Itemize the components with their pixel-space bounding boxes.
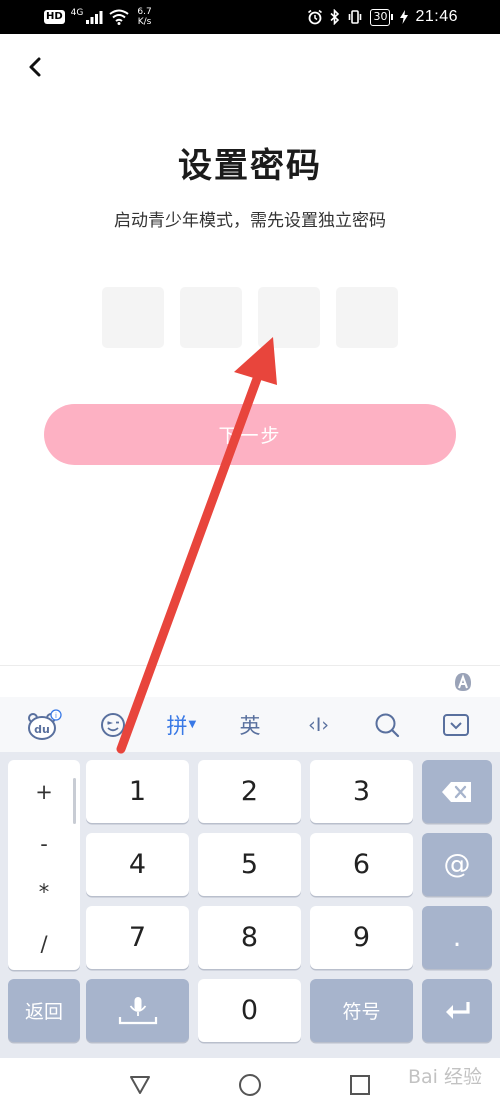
backspace-icon: [442, 781, 471, 802]
digit-key-7[interactable]: 7: [86, 906, 189, 969]
cursor-control-button[interactable]: ‹I›: [299, 705, 339, 745]
signal-icon: [86, 11, 103, 24]
status-left: HD 4G 6.7 K/s: [44, 6, 152, 28]
back-button[interactable]: [18, 50, 52, 84]
english-label: 英: [239, 713, 261, 738]
emoji-button[interactable]: [93, 705, 133, 745]
keyboard-top-strip: [0, 665, 500, 697]
symbol-plus-key[interactable]: +: [8, 780, 80, 804]
nav-recents-button[interactable]: [340, 1065, 380, 1105]
pin-digit-box-2[interactable]: [180, 287, 242, 348]
microphone-icon: [118, 996, 157, 1024]
du-bear-icon: du i: [28, 708, 62, 740]
page-title: 设置密码: [178, 146, 322, 186]
digit-key-4[interactable]: 4: [86, 833, 189, 896]
symbol-divide-key[interactable]: /: [8, 932, 80, 956]
nav-back-button[interactable]: [120, 1065, 160, 1105]
hd-badge: HD: [44, 10, 65, 24]
digit-key-9[interactable]: 9: [310, 906, 413, 969]
bluetooth-icon: [330, 9, 340, 25]
digit-key-0[interactable]: 0: [198, 979, 301, 1042]
network-type: 4G: [70, 8, 84, 18]
symbol-multiply-key[interactable]: *: [8, 880, 80, 904]
alarm-icon: [308, 9, 323, 25]
network-speed: 6.7 K/s: [137, 7, 151, 27]
dot-key[interactable]: .: [422, 906, 492, 969]
symbol-column[interactable]: + - * /: [8, 760, 80, 970]
charging-icon: [400, 10, 409, 24]
pin-digit-box-3[interactable]: [258, 287, 320, 348]
network-speed-value: 6.7: [137, 7, 152, 17]
pin-input-group[interactable]: [102, 287, 398, 348]
cursor-label: ‹I›: [308, 713, 329, 736]
pin-digit-box-4[interactable]: [336, 287, 398, 348]
emoji-face-icon: [100, 712, 125, 737]
battery-level: 30: [370, 8, 391, 26]
triangle-back-icon: [130, 1075, 150, 1094]
battery-indicator: 30: [370, 8, 394, 26]
symbol-key[interactable]: 符号: [310, 979, 413, 1042]
backspace-key[interactable]: [422, 760, 492, 823]
search-icon: [375, 713, 400, 737]
caret-down-icon: ▼: [188, 719, 197, 730]
svg-text:i: i: [55, 712, 57, 720]
return-key[interactable]: 返回: [8, 979, 80, 1042]
hide-keyboard-button[interactable]: [436, 705, 476, 745]
keyboard-lock-a-icon[interactable]: [452, 671, 474, 693]
digit-key-2[interactable]: 2: [198, 760, 301, 823]
chevron-left-icon: [29, 57, 41, 77]
du-keyboard-logo-button[interactable]: du i: [24, 705, 64, 745]
pinyin-label: 拼: [166, 713, 188, 738]
enter-arrow-icon: [446, 1001, 470, 1019]
svg-text:du: du: [34, 723, 50, 736]
symbol-column-scrollbar: [73, 778, 76, 824]
battery-tip: [391, 14, 394, 20]
status-right: 30 21:46: [307, 6, 458, 28]
status-bar: HD 4G 6.7 K/s 30 21:46: [0, 0, 500, 34]
keyboard-keys-area: + - * / 1 2 3 4 5 6 @ 7 8 9 . 返回 0 符号: [0, 752, 500, 1058]
symbol-minus-key[interactable]: -: [8, 832, 80, 856]
english-mode-button[interactable]: 英: [230, 705, 270, 745]
keyboard-toolbar: du i 拼 ▼ 英 ‹I›: [0, 697, 500, 752]
page-subtitle: 启动青少年模式，需先设置独立密码: [114, 211, 386, 231]
digit-key-5[interactable]: 5: [198, 833, 301, 896]
nav-home-button[interactable]: [230, 1065, 270, 1105]
network-speed-unit: K/s: [137, 17, 152, 27]
pin-digit-box-1[interactable]: [102, 287, 164, 348]
vibrate-icon: [349, 10, 362, 24]
baidu-jingyan-watermark: Bai 经验: [408, 1066, 482, 1088]
at-key[interactable]: @: [422, 833, 492, 896]
next-step-button[interactable]: 下一步: [44, 404, 456, 465]
wifi-icon: [109, 9, 129, 25]
square-recents-icon: [350, 1074, 370, 1095]
digit-key-1[interactable]: 1: [86, 760, 189, 823]
digit-key-6[interactable]: 6: [310, 833, 413, 896]
pinyin-mode-button[interactable]: 拼 ▼: [161, 705, 201, 745]
clock: 21:46: [415, 8, 458, 25]
digit-key-3[interactable]: 3: [310, 760, 413, 823]
enter-key[interactable]: [422, 979, 492, 1042]
digit-key-8[interactable]: 8: [198, 906, 301, 969]
keyboard-collapse-icon: [442, 713, 469, 736]
circle-home-icon: [239, 1073, 261, 1096]
voice-input-key[interactable]: [86, 979, 189, 1042]
search-button[interactable]: [367, 705, 407, 745]
